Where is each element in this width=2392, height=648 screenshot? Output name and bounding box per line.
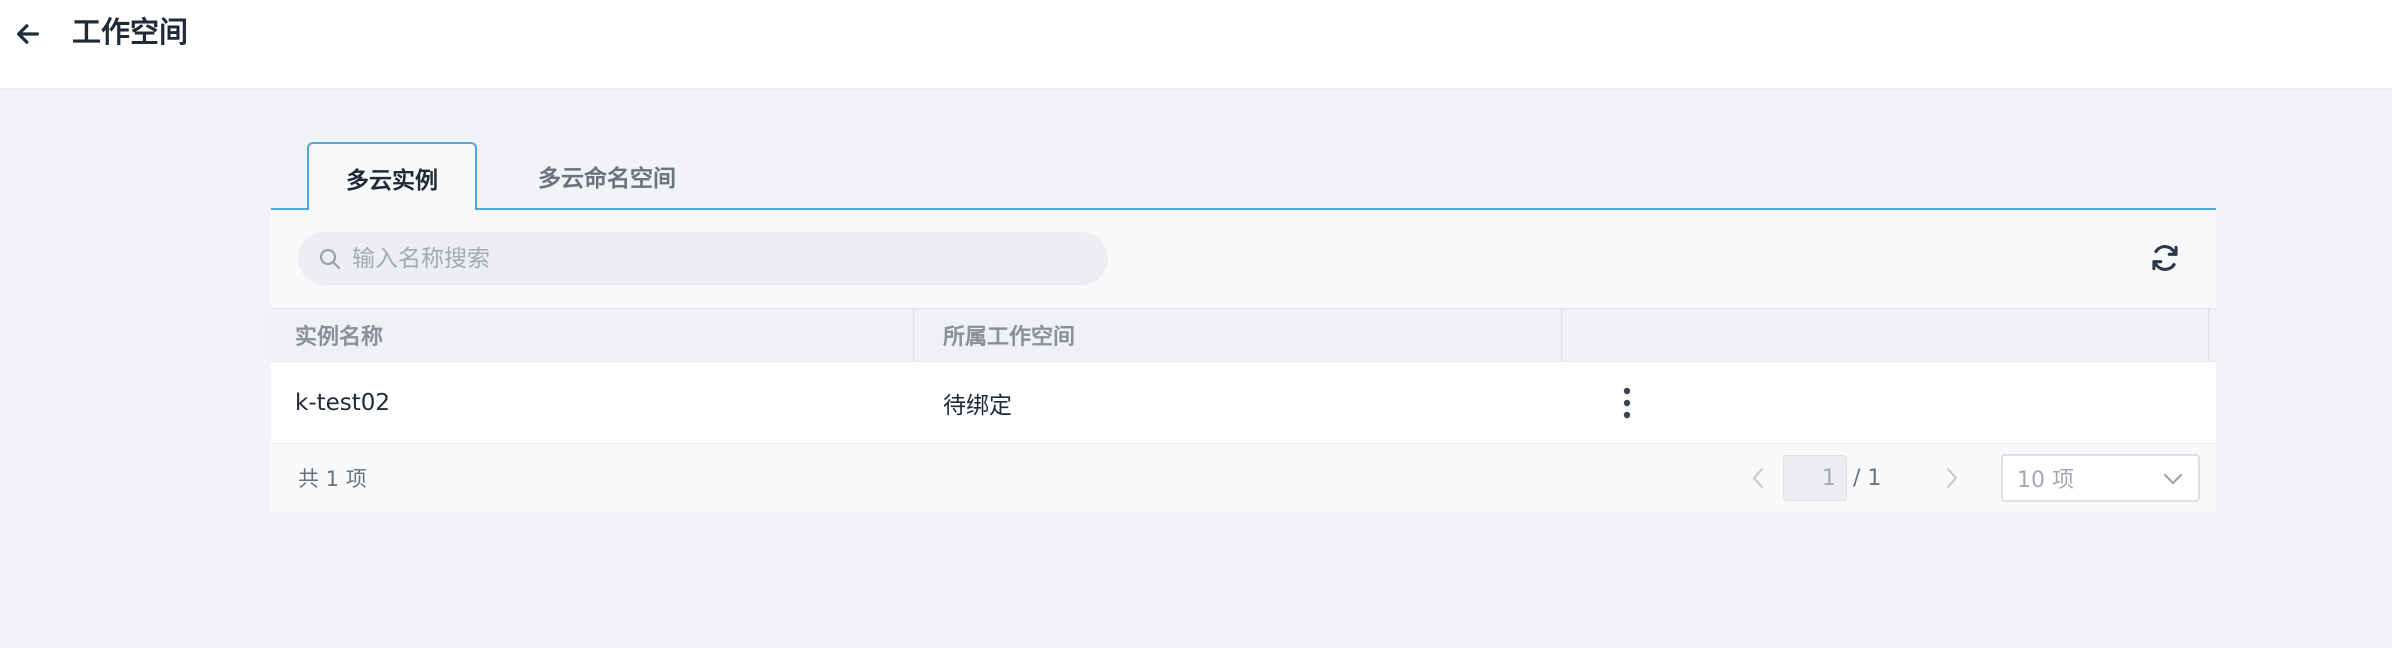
table-header: 实例名称 所属工作空间 [271, 308, 2216, 362]
top-header: 工作空间 [0, 0, 2392, 88]
toolbar [271, 210, 2216, 308]
column-header-actions [1562, 309, 2209, 361]
cell-instance-name: k-test02 [295, 390, 391, 416]
page-size-select[interactable]: 10 项 [2001, 454, 2200, 502]
refresh-icon [2152, 245, 2178, 271]
more-vertical-icon [1623, 387, 1631, 419]
table-row: k-test02 待绑定 [271, 362, 2216, 444]
column-header-instance-name: 实例名称 [271, 309, 914, 361]
page-title: 工作空间 [72, 15, 189, 49]
chevron-down-icon [2164, 474, 2182, 484]
next-page-button[interactable] [1937, 462, 1967, 494]
page-size-value: 10 项 [2017, 468, 2074, 493]
prev-page-button[interactable] [1743, 462, 1773, 494]
chevron-right-icon [1947, 468, 1957, 488]
chevron-left-icon [1753, 468, 1763, 488]
back-button[interactable] [10, 16, 46, 52]
search-input[interactable] [352, 245, 1052, 272]
search-box[interactable] [298, 232, 1108, 285]
tab-bar: 多云实例 多云命名空间 [271, 140, 2216, 212]
row-actions-button[interactable] [1607, 383, 1647, 423]
page-total: / 1 [1853, 465, 1882, 491]
table-footer: 共 1 项 / 1 10 项 [271, 444, 2216, 512]
tab-multicloud-instances[interactable]: 多云实例 [307, 142, 477, 212]
tab-multicloud-namespaces[interactable]: 多云命名空间 [507, 142, 707, 210]
cell-workspace: 待绑定 [943, 393, 1012, 419]
column-header-workspace: 所属工作空间 [914, 309, 1562, 361]
instances-card: 多云实例 多云命名空间 实例名称 所属工作空间 k-test02 待绑定 [271, 140, 2216, 512]
arrow-left-icon [17, 24, 39, 44]
search-icon [319, 248, 341, 269]
page-number-input[interactable] [1783, 455, 1847, 501]
refresh-button[interactable] [2144, 237, 2186, 279]
total-count: 共 1 项 [298, 467, 367, 491]
